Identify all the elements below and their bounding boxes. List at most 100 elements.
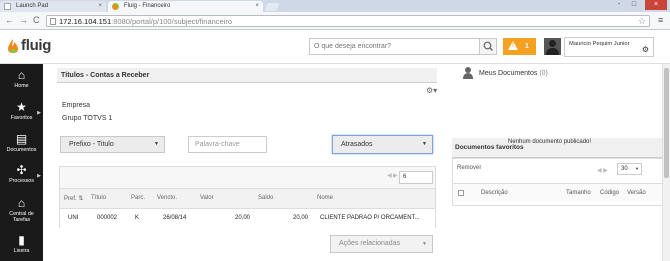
reload-icon[interactable]: C <box>33 15 40 26</box>
chevron-right-icon: ▶ <box>37 110 41 116</box>
column-header-saldo[interactable]: Saldo <box>258 195 273 201</box>
avatar[interactable] <box>544 38 561 55</box>
select-value: Atrasados <box>341 141 373 148</box>
column-header-valor[interactable]: Valor <box>200 195 214 201</box>
fluig-logo-icon <box>8 39 18 53</box>
cell-vencto: 26/08/14 <box>163 215 187 221</box>
favorites-pager-icon[interactable]: ◀ ▶ <box>597 167 608 174</box>
my-documents-label: Meus Documentos <box>479 70 538 77</box>
sidebar-item-favoritos[interactable]: ★ Favoritos ▶ <box>0 101 43 121</box>
column-header-pref[interactable]: Pref. ⇅ <box>64 195 83 202</box>
user-menu[interactable]: Mauricio Pequim Junior ⚙ <box>564 37 654 57</box>
page-scrollbar[interactable] <box>662 64 670 261</box>
url-path: :8080/portal/p/100/subject/financeiro <box>111 17 233 26</box>
pager-prev-icon[interactable]: ◀ <box>387 172 392 179</box>
column-header-nome[interactable]: Nome <box>317 195 333 201</box>
sidebar-item-processos[interactable]: ✣ Processos ▶ <box>0 164 43 184</box>
browser-menu-icon[interactable]: ≡ <box>658 16 666 25</box>
cell-titulo: 000002 <box>97 215 118 221</box>
my-documents-link[interactable]: Meus Documentos (0) <box>479 70 548 77</box>
select-value: 30 <box>621 166 628 172</box>
titles-table: ◀ ▶ 6 Pref. ⇅ Título Parc. Vencto. Valor… <box>59 166 436 228</box>
favorites-title: Documentos favoritos <box>455 144 524 151</box>
column-header-vencto[interactable]: Vencto. <box>157 195 177 201</box>
search-button[interactable] <box>479 39 496 54</box>
sidebar-item-central-de-tarefas[interactable]: ⌂ Central de Tarefas <box>0 197 43 223</box>
favorites-empty-message: Nenhum documento publicado! <box>508 139 592 145</box>
fluig-logo-text[interactable]: fluig <box>21 37 51 54</box>
column-header-descricao[interactable]: Descrição <box>481 190 508 196</box>
url-input[interactable]: 172.16.104.151:8080/portal/p/100/subject… <box>46 15 650 27</box>
select-value: Ações relacionadas <box>339 240 401 247</box>
page-info-icon <box>50 18 56 25</box>
tab-fluig-financeiro[interactable]: Fluig - Financeiro × <box>108 1 263 12</box>
main-content: Títulos - Contas a Receber ⚙▾ Empresa Gr… <box>43 64 663 261</box>
scrollbar-thumb[interactable] <box>664 68 669 178</box>
close-window-button[interactable]: × <box>645 0 667 10</box>
close-tab-icon[interactable]: × <box>98 1 102 12</box>
user-name: Mauricio Pequim Junior <box>569 41 630 47</box>
address-bar-row: ← → C 172.16.104.151:8080/portal/p/100/s… <box>0 12 670 30</box>
favorites-table-header: Descrição Tamanho Código Versão <box>453 183 662 201</box>
app-header: fluig 1 Mauricio Pequim Junior ⚙ <box>0 30 670 64</box>
forward-icon[interactable]: → <box>19 15 28 26</box>
maximize-button[interactable]: □ <box>627 0 641 10</box>
notification-count: 1 <box>525 43 529 50</box>
close-tab-icon[interactable]: × <box>255 1 259 12</box>
new-tab-button[interactable] <box>264 3 280 11</box>
sidebar-item-lixeira[interactable]: ▮ Lixeira <box>0 234 43 254</box>
sidebar-item-label: Lixeira <box>13 248 30 254</box>
select-value: Prefixo - Titulo <box>69 141 114 148</box>
tab-title: Fluig - Financeiro <box>124 3 171 9</box>
panel-settings-gear-icon[interactable]: ⚙▾ <box>426 86 437 95</box>
remove-button[interactable]: Remover <box>457 165 481 171</box>
pager-next-icon[interactable]: ▶ <box>393 172 398 179</box>
url-host: 172.16.104.151 <box>59 17 112 26</box>
page-size-select[interactable]: 6 <box>399 171 433 184</box>
table-toolbar: ◀ ▶ 6 <box>60 167 435 189</box>
cell-valor: 20,00 <box>235 215 251 221</box>
column-header-codigo[interactable]: Código <box>600 190 619 196</box>
search-icon <box>483 41 493 51</box>
table-row[interactable]: UNI 000002 K 26/08/14 20,00 20,00 CLIENT… <box>60 209 435 228</box>
browser-tab-bar: Launch Pad × Fluig - Financeiro × - □ × <box>0 0 670 12</box>
search-input[interactable] <box>310 39 478 54</box>
keyword-input[interactable]: Palavra-chave <box>188 136 267 153</box>
task-center-icon: ⌂ <box>17 196 26 210</box>
sidebar-item-label: Processos <box>9 178 34 184</box>
cell-saldo: 20,00 <box>293 215 309 221</box>
chevron-right-icon: ▶ <box>37 173 41 179</box>
select-all-checkbox[interactable] <box>458 190 464 196</box>
global-search <box>309 38 497 55</box>
status-select[interactable]: Atrasados ▼ <box>332 135 433 154</box>
favorites-page-size-select[interactable]: 30 ▼ <box>617 163 642 175</box>
bookmark-star-icon[interactable]: ☆ <box>638 16 646 27</box>
column-header-tamanho[interactable]: Tamanho <box>566 190 591 196</box>
minimize-button[interactable]: - <box>612 0 626 10</box>
favorites-panel-header: Documentos favoritos Nenhum documento pu… <box>452 138 663 158</box>
sidebar-item-documentos[interactable]: ▤ Documentos <box>0 133 43 153</box>
related-actions-select[interactable]: Ações relacionadas ▼ <box>330 235 433 253</box>
back-icon[interactable]: ← <box>5 15 14 26</box>
trash-icon: ▮ <box>18 233 25 247</box>
tab-title: Launch Pad <box>16 3 49 9</box>
cell-pref: UNI <box>68 215 79 221</box>
caret-down-icon: ▼ <box>635 166 639 171</box>
column-header-titulo[interactable]: Título <box>91 195 106 201</box>
sidebar-item-label: Documentos <box>6 147 37 153</box>
panel-title: Títulos - Contas a Receber <box>57 68 437 83</box>
sidebar-item-home[interactable]: ⌂ Home <box>0 69 43 89</box>
caret-down-icon: ▼ <box>154 141 159 147</box>
column-header-parc[interactable]: Parc. <box>131 195 145 201</box>
page-icon <box>4 3 11 10</box>
favorites-table: Remover ◀ ▶ 30 ▼ Descrição Tamanho Códig… <box>452 158 663 206</box>
prefixo-select[interactable]: Prefixo - Titulo ▼ <box>60 136 165 153</box>
user-icon <box>463 67 473 79</box>
table-header: Pref. ⇅ Título Parc. Vencto. Valor Saldo… <box>60 189 435 209</box>
notifications-button[interactable]: 1 <box>503 38 536 55</box>
column-header-versao[interactable]: Versão <box>627 190 646 196</box>
settings-gear-icon[interactable]: ⚙ <box>642 46 649 54</box>
sidebar: ⌂ Home ★ Favoritos ▶ ▤ Documentos ✣ Proc… <box>0 64 43 261</box>
cell-parc: K <box>135 215 140 221</box>
tab-launch-pad[interactable]: Launch Pad × <box>0 1 106 12</box>
